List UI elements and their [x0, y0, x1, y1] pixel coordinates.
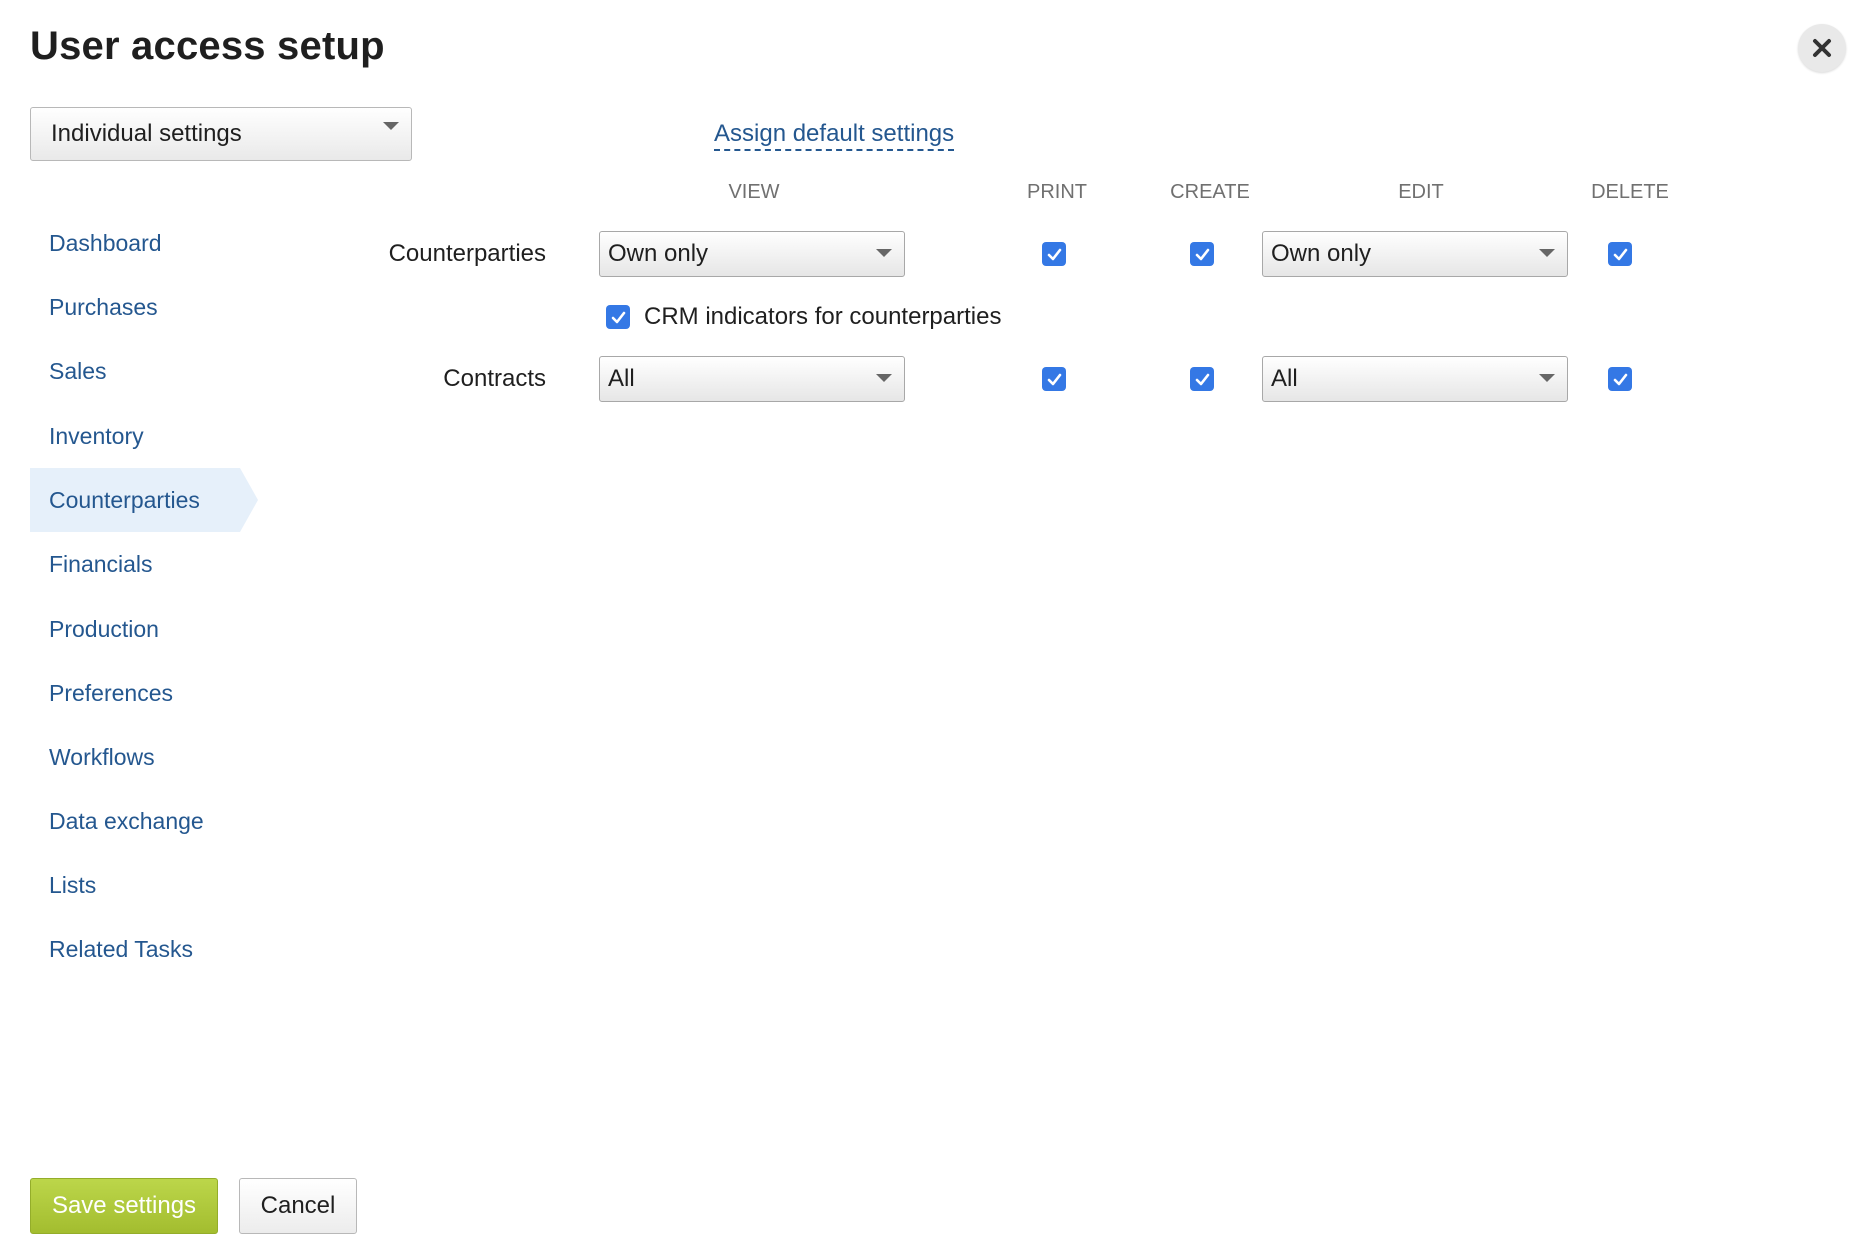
counterparties-view-select[interactable]: Own only — [599, 231, 905, 277]
sidebar-item-dashboard[interactable]: Dashboard — [30, 211, 240, 275]
chevron-down-icon — [383, 122, 399, 130]
sidebar-item-lists[interactable]: Lists — [30, 853, 240, 917]
checkmark-icon — [1047, 248, 1061, 260]
contracts-edit-value: All — [1271, 365, 1298, 392]
checkmark-icon — [1047, 373, 1061, 385]
column-header-print: PRINT — [1027, 181, 1087, 203]
crm-indicators-checkbox[interactable] — [606, 305, 630, 329]
counterparties-edit-value: Own only — [1271, 240, 1372, 267]
counterparties-create-checkbox[interactable] — [1190, 242, 1214, 266]
row-label-counterparties: Counterparties — [388, 240, 546, 267]
sidebar-item-purchases[interactable]: Purchases — [30, 275, 240, 339]
checkmark-icon — [1195, 248, 1209, 260]
contracts-create-checkbox[interactable] — [1190, 367, 1214, 391]
contracts-view-value: All — [608, 365, 635, 392]
sidebar-item-production[interactable]: Production — [30, 597, 240, 661]
checkmark-icon — [1195, 373, 1209, 385]
checkmark-icon — [1613, 373, 1627, 385]
assign-default-settings-link[interactable]: Assign default settings — [714, 120, 955, 151]
sidebar-item-data-exchange[interactable]: Data exchange — [30, 789, 240, 853]
checkmark-icon — [611, 311, 625, 323]
sidebar-item-sales[interactable]: Sales — [30, 339, 240, 403]
chevron-down-icon — [1539, 249, 1555, 257]
sidebar-item-workflows[interactable]: Workflows — [30, 725, 240, 789]
sidebar-item-preferences[interactable]: Preferences — [30, 661, 240, 725]
counterparties-delete-checkbox[interactable] — [1608, 242, 1632, 266]
chevron-down-icon — [876, 249, 892, 257]
save-settings-button[interactable]: Save settings — [30, 1178, 218, 1234]
contracts-view-select[interactable]: All — [599, 356, 905, 402]
chevron-down-icon — [876, 374, 892, 382]
column-header-edit: EDIT — [1398, 181, 1444, 203]
close-button[interactable] — [1798, 24, 1846, 72]
counterparties-view-value: Own only — [608, 240, 709, 267]
contracts-delete-checkbox[interactable] — [1608, 367, 1632, 391]
row-label-contracts: Contracts — [443, 365, 546, 392]
counterparties-print-checkbox[interactable] — [1042, 242, 1066, 266]
dialog-title: User access setup — [30, 24, 385, 68]
counterparties-edit-select[interactable]: Own only — [1262, 231, 1568, 277]
sidebar-item-counterparties[interactable]: Counterparties — [30, 468, 258, 532]
checkmark-icon — [1613, 248, 1627, 260]
close-icon — [1813, 39, 1831, 57]
settings-mode-value: Individual settings — [51, 120, 242, 147]
column-header-create: CREATE — [1170, 181, 1250, 203]
sidebar-item-financials[interactable]: Financials — [30, 532, 240, 596]
sidebar-item-inventory[interactable]: Inventory — [30, 404, 240, 468]
settings-mode-select[interactable]: Individual settings — [30, 107, 412, 161]
column-header-view: VIEW — [728, 181, 780, 203]
sidebar-item-related-tasks[interactable]: Related Tasks — [30, 917, 240, 981]
chevron-down-icon — [1539, 374, 1555, 382]
column-header-delete: DELETE — [1591, 181, 1669, 203]
contracts-print-checkbox[interactable] — [1042, 367, 1066, 391]
contracts-edit-select[interactable]: All — [1262, 356, 1568, 402]
cancel-button[interactable]: Cancel — [239, 1178, 357, 1234]
crm-indicators-label[interactable]: CRM indicators for counterparties — [644, 303, 1001, 331]
